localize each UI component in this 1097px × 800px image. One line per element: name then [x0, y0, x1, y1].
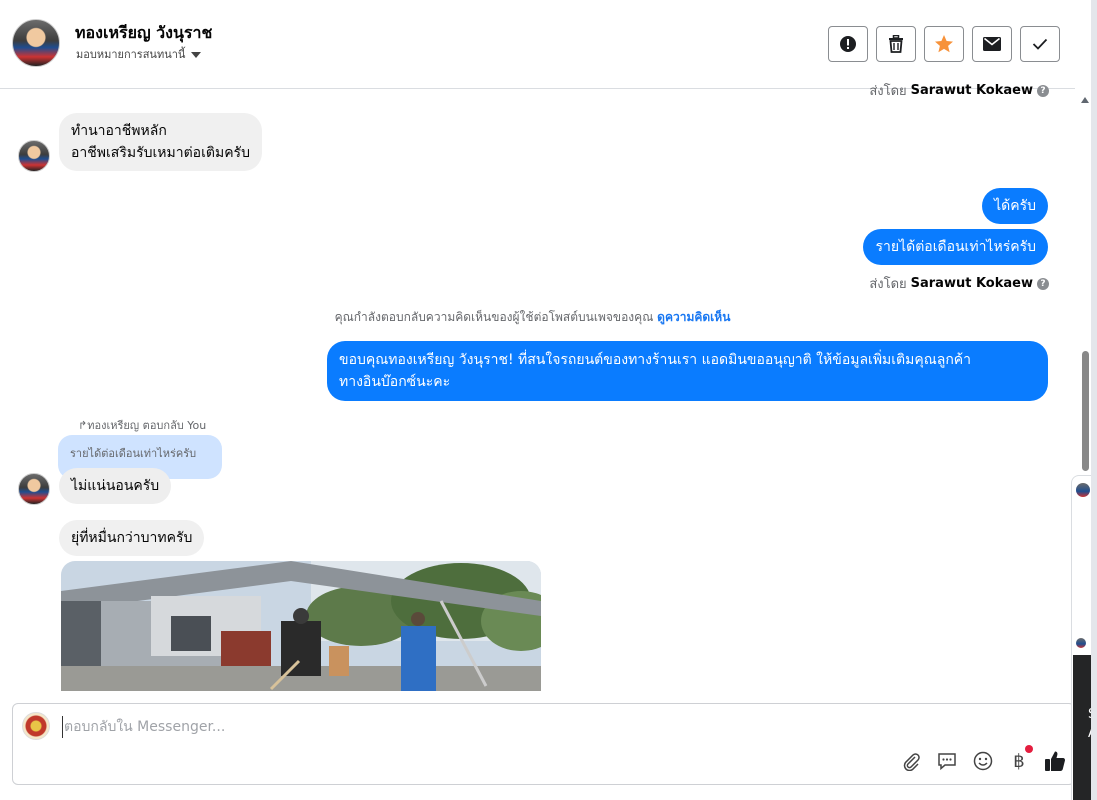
composer-tools: ฿: [900, 745, 1066, 772]
like-button[interactable]: [1044, 750, 1066, 772]
window-edge: [1091, 0, 1097, 800]
attach-button[interactable]: [900, 750, 922, 772]
assign-conversation-dropdown[interactable]: มอบหมายการสนทนานี้: [76, 45, 202, 63]
page-avatar: [22, 712, 50, 740]
reply-input[interactable]: [62, 716, 862, 738]
notification-dot: [1025, 745, 1033, 753]
sent-by-prefix: ส่งโดย: [869, 84, 907, 99]
alert-icon: [840, 36, 856, 52]
emoji-icon: [973, 751, 993, 771]
star-button[interactable]: [924, 26, 964, 62]
notice-text: คุณกำลังตอบกลับความคิดเห็นของผู้ใช้ต่อโพ…: [334, 310, 654, 324]
mark-unread-button[interactable]: [972, 26, 1012, 62]
delete-button[interactable]: [876, 26, 916, 62]
payment-button[interactable]: ฿: [1008, 745, 1033, 772]
conversation-header: ทองเหรียญ วังนุราช มอบหมายการสนทนานี้: [0, 0, 1075, 89]
sent-by-prefix: ส่งโดย: [869, 277, 907, 292]
image-attachment[interactable]: [61, 561, 541, 691]
check-icon: [1032, 38, 1048, 50]
incoming-message[interactable]: ยุ่ที่หมื่นกว่าบาทครับ: [59, 520, 205, 556]
baht-icon: ฿: [1013, 750, 1025, 772]
chat-head-avatar[interactable]: [1076, 483, 1090, 497]
incoming-message[interactable]: ไม่แน่นอนครับ: [59, 468, 172, 504]
view-comment-link[interactable]: ดูความคิดเห็น: [657, 310, 730, 324]
contact-avatar-small[interactable]: [18, 140, 50, 172]
saved-reply-icon: [938, 753, 956, 771]
thumbs-up-icon: [1045, 751, 1066, 771]
comment-reply-notice: คุณกำลังตอบกลับความคิดเห็นของผู้ใช้ต่อโพ…: [0, 308, 1065, 327]
done-button[interactable]: [1020, 26, 1060, 62]
assign-label: มอบหมายการสนทนานี้: [76, 48, 186, 61]
sent-by-meta-top: ส่งโดย Sarawut Kokaew ?: [869, 80, 1049, 101]
contact-avatar[interactable]: [12, 19, 60, 67]
scroll-up-arrow-icon[interactable]: [1081, 97, 1089, 103]
help-icon[interactable]: ?: [1037, 84, 1049, 97]
incoming-message[interactable]: ทำนาอาชีพหลัก อาชีพเสริมรับเหมาต่อเติมคร…: [59, 113, 262, 171]
outgoing-message[interactable]: รายได้ต่อเดือนเท่าไหร่ครับ: [863, 229, 1048, 265]
sent-by-meta: ส่งโดย Sarawut Kokaew ?: [869, 273, 1049, 294]
contact-name[interactable]: ทองเหรียญ วังนุราช: [75, 21, 212, 46]
contact-avatar-small[interactable]: [18, 473, 50, 505]
outgoing-message[interactable]: ได้ครับ: [982, 188, 1048, 224]
star-icon: [935, 35, 953, 53]
chat-head-avatar[interactable]: [1076, 638, 1086, 648]
messenger-conversation: ทองเหรียญ วังนุราช มอบหมายการสนทนานี้ ส่…: [0, 0, 1097, 800]
report-button[interactable]: [828, 26, 868, 62]
paperclip-icon: [903, 753, 920, 771]
outgoing-message[interactable]: ขอบคุณทองเหรียญ วังนุราช! ที่สนใจรถยนต์ข…: [327, 341, 1048, 401]
emoji-button[interactable]: [972, 750, 994, 772]
sent-by-name: Sarawut Kokaew: [910, 276, 1033, 291]
sent-by-name: Sarawut Kokaew: [910, 83, 1033, 98]
construction-photo: [61, 561, 541, 691]
mail-icon: [983, 37, 1001, 51]
help-icon[interactable]: ?: [1037, 277, 1049, 290]
scroll-thumb[interactable]: [1082, 351, 1089, 471]
caret-down-icon: [191, 52, 202, 58]
saved-reply-button[interactable]: [936, 750, 958, 772]
reply-label: ↱ทองเหรียญ ตอบกลับ You: [78, 419, 207, 432]
header-actions: [828, 26, 1060, 62]
trash-icon: [889, 35, 903, 53]
reply-composer: ฿: [12, 703, 1075, 785]
